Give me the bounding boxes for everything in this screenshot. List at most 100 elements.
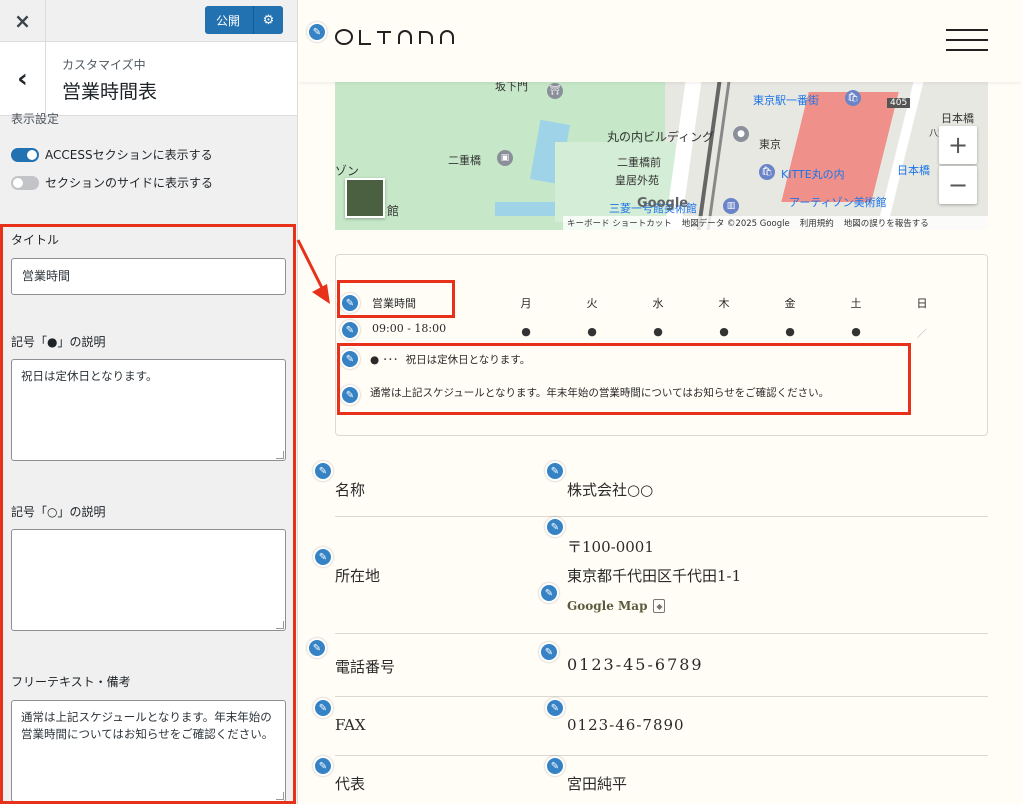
site-logo[interactable] [335,24,470,52]
attribution-item[interactable]: 利用規約 [800,217,834,229]
close-button[interactable]: × [0,0,46,42]
map-attribution: キーボード ショートカット 地図データ ©2025 Google 利用規約 地図… [563,216,988,230]
info-key: FAX [335,716,366,734]
attribution-item[interactable]: キーボード ショートカット [567,217,672,229]
highlight-box-fields [0,224,296,804]
postal-code: 〒100-0001 [567,538,654,556]
toggle-label: ACCESSセクションに表示する [45,148,213,162]
google-map-link[interactable]: Google Map ◆ [567,599,666,613]
map-pin-icon[interactable]: 🛍 [845,90,861,106]
toggle-switch-on[interactable] [11,147,39,162]
map-label: 東京 [759,138,781,151]
day-header: 水 [652,297,664,310]
attribution-item: 地図データ ©2025 Google [681,219,790,229]
site-header: ✎ [298,0,1022,82]
satellite-toggle[interactable] [345,178,385,218]
info-key: 代表 [335,775,366,793]
day-header: 土 [850,297,862,310]
menu-hamburger-icon[interactable] [946,29,988,51]
chevron-left-icon: ‹ [17,64,28,94]
edit-pencil-icon[interactable]: ✎ [313,547,333,567]
hours-mark: ● [521,325,531,338]
customizer-screen: × 公開 ⚙ ‹ カスタマイズ中 営業時間表 表示設定 ACCESSセクションに… [0,0,1022,804]
edit-pencil-icon[interactable]: ✎ [307,638,327,658]
edit-pencil-icon[interactable]: ✎ [313,756,333,776]
breadcrumb: カスタマイズ中 [62,58,146,72]
info-row-representative: ✎ 代表 ✎ 宮田純平 [313,756,988,804]
edit-pencil-icon[interactable]: ✎ [539,583,559,603]
map-label: アーティゾン美術館 [789,196,887,209]
zoom-out-button[interactable]: − [939,166,977,204]
map-label: 館 [387,204,400,218]
toggle-access-section[interactable]: ACCESSセクションに表示する [11,146,213,163]
map-label: KITTE丸の内 [781,168,845,181]
hours-mark-closed: ／ [917,329,927,340]
map-label: 日本橋 [897,164,930,177]
day-header: 日 [916,297,928,310]
publish-label: 公開 [216,13,241,28]
toggle-side-section[interactable]: セクションのサイドに表示する [11,174,213,191]
map-pin-icon[interactable]: ● [733,126,749,142]
attribution-item[interactable]: 地図の誤りを報告する [844,217,929,229]
hours-time: 09:00 - 18:00 [372,322,447,335]
google-map[interactable]: 坂下門 ⛩ 東京駅一番街 🛍 丸の内ビルディング ● 東京 二重橋 ▣ 二重橋前… [335,82,988,230]
back-button[interactable]: ‹ [0,42,46,116]
google-map-label: Google Map [567,599,648,613]
gear-icon[interactable]: ⚙ [254,13,283,28]
highlight-box-title [337,280,455,318]
day-header: 金 [784,297,796,310]
panel-toolbar: × 公開 ⚙ [0,0,297,42]
map-label: 東京駅一番街 [753,94,819,107]
info-value: 株式会社○○ [567,481,654,499]
publish-button[interactable]: 公開 ⚙ [205,6,283,34]
representative-name: 宮田純平 [567,775,628,793]
edit-pencil-icon[interactable]: ✎ [340,320,360,340]
section-title: 営業時間表 [62,81,158,103]
zoom-in-button[interactable]: + [939,126,977,164]
close-icon: × [14,9,31,33]
edit-pencil-icon[interactable]: ✎ [545,756,565,776]
hours-mark: ● [587,325,597,338]
hours-mark: ● [719,325,729,338]
edit-pencil-icon[interactable]: ✎ [545,517,565,537]
info-row-name: ✎ 名称 ✎ 株式会社○○ [313,460,988,517]
day-header: 木 [718,297,730,310]
hours-mark: ● [653,325,663,338]
info-row-phone: ✎ 電話番号 ✎ 0123-45-6789 [307,634,988,697]
info-key: 電話番号 [335,658,396,676]
info-key: 名称 [335,481,366,499]
edit-pencil-icon[interactable]: ✎ [313,461,333,481]
day-header: 火 [586,297,598,310]
map-label: 日本橋 [941,112,974,125]
google-logo: Google [637,196,689,211]
edit-pencil-icon[interactable]: ✎ [539,642,559,662]
toggle-switch-off[interactable] [11,175,39,190]
oltana-logo [335,29,454,45]
edit-pencil-icon[interactable]: ✎ [313,698,333,718]
map-label: 皇居外苑 [615,174,659,187]
map-label: ゾン [335,164,360,178]
info-row-fax: ✎ FAX ✎ 0123-46-7890 [313,697,988,756]
map-label: 坂下門 [495,82,528,93]
display-settings-label: 表示設定 [11,112,60,126]
edit-pencil-icon[interactable]: ✎ [545,698,565,718]
fax-number: 0123-46-7890 [567,716,685,734]
phone-number[interactable]: 0123-45-6789 [567,655,704,674]
map-pin-icon[interactable]: ▣ [497,150,513,166]
address: 東京都千代田区千代田1-1 [567,567,742,585]
hours-mark: ● [785,325,795,338]
map-pin-icon[interactable]: 🛍 [759,164,775,180]
map-station [781,92,899,202]
section-header: ‹ カスタマイズ中 営業時間表 [0,42,297,116]
edit-pencil-icon[interactable]: ✎ [545,461,565,481]
map-pin-icon[interactable]: ▥ [723,198,739,214]
info-row-address: ✎ 所在地 ✎ 〒100-0001 東京都千代田区千代田1-1 ✎ Google… [313,517,988,634]
map-pin-icon: ◆ [653,599,666,613]
map-pin-icon[interactable]: ⛩ [547,83,563,99]
toggle-label: セクションのサイドに表示する [45,176,214,190]
map-label: 丸の内ビルディング [607,130,715,144]
day-header: 月 [520,297,532,310]
edit-pencil-icon[interactable]: ✎ [307,22,327,42]
map-label: 二重橋 [448,154,481,167]
hours-mark: ● [851,325,861,338]
